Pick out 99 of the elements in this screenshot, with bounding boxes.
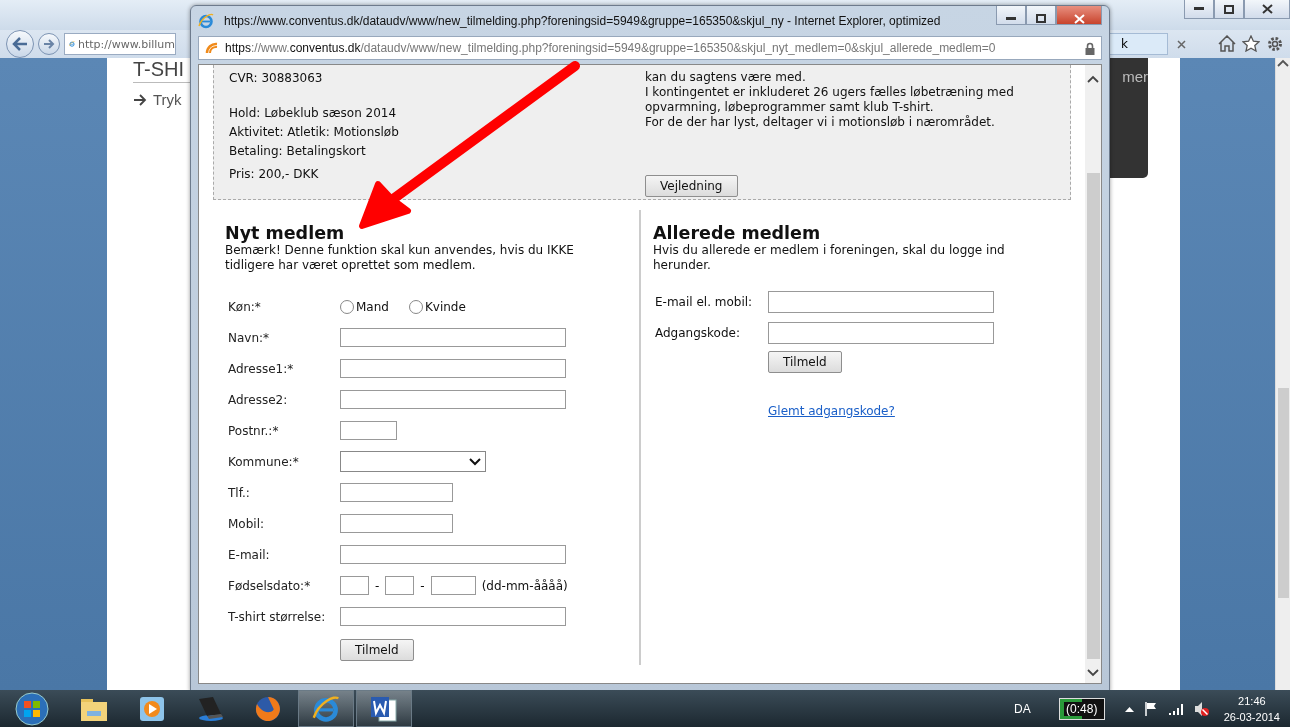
date-separator: -: [420, 578, 425, 593]
maximize-icon: [1036, 14, 1046, 23]
text-field[interactable]: [340, 421, 397, 440]
close-icon: [1261, 4, 1273, 14]
scroll-up-icon[interactable]: [1277, 58, 1289, 68]
star-icon[interactable]: [1242, 35, 1260, 52]
text-field[interactable]: [768, 322, 994, 344]
close-button[interactable]: [1056, 6, 1102, 25]
info-line: Pris: 200,- DKK: [229, 166, 320, 183]
scroll-up-icon[interactable]: [1087, 75, 1099, 83]
address-field[interactable]: http://www.billum: [64, 33, 176, 55]
section-note: Hvis du allerede er medlem i foreningen, skal du logge ind herunder.: [653, 243, 1006, 273]
text-field[interactable]: [340, 545, 566, 564]
field-label: Adgangskode:: [655, 326, 741, 340]
minimize-button[interactable]: [996, 6, 1026, 25]
section-heading: Nyt medlem: [225, 223, 346, 243]
lock-icon: [1085, 41, 1095, 55]
forgot-password-link[interactable]: Glemt adgangskode?: [768, 404, 895, 418]
close-button[interactable]: [1244, 0, 1290, 19]
guide-button[interactable]: Vejledning: [645, 175, 738, 197]
text-field[interactable]: [768, 291, 994, 313]
browser-icon: [198, 13, 214, 29]
maximize-icon: [1224, 4, 1234, 14]
page-link[interactable]: Tryk: [153, 91, 182, 108]
field-label: E-mail:: [228, 547, 270, 562]
maximize-button[interactable]: [1026, 6, 1056, 25]
description-line: For de der har lyst, deltager vi i motionsløb i nærområdet.: [645, 115, 996, 130]
minimize-button[interactable]: [1184, 0, 1214, 19]
section-note: Bemærk! Denne funktion skal kun anvendes, hvis du IKKE tidligere har været oprettet som medlem.: [225, 243, 575, 273]
section-heading: Allerede medlem: [653, 223, 822, 243]
maximize-button[interactable]: [1214, 0, 1244, 19]
forward-button[interactable]: [38, 33, 60, 55]
info-line: Aktivitet: Atletik: Motionsløb: [229, 124, 400, 141]
date-separator: -: [375, 578, 380, 593]
info-line: Betaling: Betalingskort: [229, 143, 367, 160]
description-line: kan du sagtens være med.: [645, 70, 807, 85]
date-format-hint: (dd-mm-åååå): [481, 578, 568, 593]
field-label: Køn:*: [228, 299, 261, 314]
text-field[interactable]: [340, 483, 453, 502]
arrow-right-icon: [43, 39, 55, 49]
minimize-icon: [1006, 16, 1016, 21]
browser-icon: [312, 694, 340, 723]
text-field[interactable]: [340, 359, 566, 378]
field-label: Adresse2:: [228, 392, 288, 407]
site-icon: [205, 41, 219, 55]
language-indicator[interactable]: DA: [1014, 701, 1031, 716]
radio-label: Kvinde: [424, 299, 466, 314]
text-field[interactable]: [340, 514, 453, 533]
firefox-icon: [254, 694, 282, 723]
back-button[interactable]: [6, 30, 34, 58]
show-hidden-icons-icon[interactable]: [1124, 705, 1134, 712]
field-label: Mobil:: [228, 516, 265, 531]
text-field[interactable]: [340, 328, 566, 347]
flag-icon[interactable]: [1143, 700, 1158, 717]
address-field[interactable]: https://www.conventus.dk/dataudv/www/new_tilmelding.php?foreningsid=5949&gruppe=165350&skjul_nyt_medlem=0&skjul_allerede_medlem=0: [198, 36, 1102, 60]
scroll-down-icon[interactable]: [1087, 669, 1099, 677]
close-icon: [1176, 39, 1186, 49]
clock[interactable]: 21:46 26-03-2014: [1223, 692, 1280, 725]
radio-label: Mand: [356, 299, 389, 314]
settings-icon[interactable]: [1266, 35, 1284, 53]
signal-icon[interactable]: [1167, 702, 1184, 715]
field-label: Kommune:*: [228, 454, 299, 469]
arrow-left-icon: [12, 37, 28, 51]
taskbar-button[interactable]: [356, 690, 412, 727]
media-player-icon: [139, 695, 165, 722]
field-label: E-mail el. mobil:: [655, 295, 754, 309]
muted-speaker-icon[interactable]: [1193, 700, 1210, 717]
close-icon: [1073, 13, 1085, 24]
month-field[interactable]: [385, 576, 415, 595]
description-line: I kontingentet er inkluderet 26 ugers fælles løbetræning med: [645, 85, 1015, 100]
dark-panel: mer: [1108, 58, 1148, 178]
scrollbar-thumb[interactable]: [1277, 388, 1289, 598]
field-label: T-shirt størrelse:: [228, 609, 326, 624]
field-label: Fødselsdato:*: [228, 578, 311, 593]
start-button[interactable]: [12, 691, 52, 726]
year-field[interactable]: [430, 576, 476, 595]
field-label: Adresse1:*: [228, 361, 294, 376]
radio-button[interactable]: [340, 299, 354, 314]
battery-indicator[interactable]: (0:48): [1058, 697, 1105, 720]
submit-button[interactable]: Tilmeld: [768, 351, 842, 373]
dropdown[interactable]: [340, 451, 486, 472]
document-icon: [370, 694, 398, 723]
text-field[interactable]: [340, 390, 566, 409]
field-label: Postnr.:*: [228, 423, 279, 438]
minimize-icon: [1194, 7, 1204, 11]
chevron-down-icon: [469, 457, 481, 466]
window-title: https://www.conventus.dk/dataudv/www/new_tilmelding.php?foreningsid=5949&gruppe=165350&skjul_ny - Internet Explorer, optimized: [224, 13, 942, 28]
arrow-right-icon: [133, 93, 147, 106]
day-field[interactable]: [340, 576, 369, 595]
description-line: opvarmning, løbeprogrammer samt klub T-shirt.: [645, 100, 935, 115]
field-label: Tlf.:: [228, 485, 250, 500]
field-label: Navn:*: [228, 330, 270, 345]
info-line: Hold: Løbeklub sæson 2014: [229, 105, 398, 122]
scrollbar-thumb[interactable]: [1086, 173, 1100, 659]
text-field[interactable]: [340, 607, 566, 626]
submit-button[interactable]: Tilmeld: [340, 638, 414, 661]
taskbar-button[interactable]: [298, 690, 354, 727]
radio-button[interactable]: [408, 299, 423, 314]
home-icon[interactable]: [1218, 35, 1236, 52]
